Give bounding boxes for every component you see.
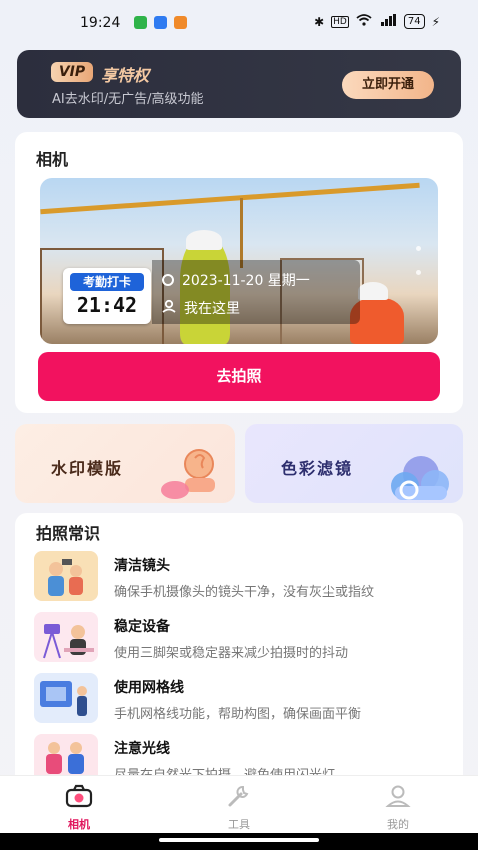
tip-description: 确保手机摄像头的镜头干净，没有灰尘或指纹 bbox=[114, 585, 375, 600]
take-photo-button[interactable]: 去拍照 bbox=[38, 352, 440, 401]
app-notification-icon bbox=[154, 16, 167, 29]
worker-helmet bbox=[186, 230, 222, 250]
hd-icon: HD bbox=[331, 15, 349, 28]
signal-icon bbox=[379, 14, 397, 29]
notification-icons bbox=[134, 16, 187, 29]
tab-label: 工具 bbox=[228, 818, 250, 831]
tab-label: 我的 bbox=[387, 818, 409, 831]
grid-lines-illustration bbox=[34, 673, 98, 723]
app-notification-icon bbox=[174, 16, 187, 29]
clean-lens-illustration bbox=[34, 551, 98, 601]
home-indicator[interactable] bbox=[159, 838, 319, 842]
crane-cable bbox=[240, 198, 243, 268]
bottom-tab-bar: 相机 工具 我的 bbox=[0, 775, 478, 834]
crane-arm bbox=[40, 182, 420, 215]
sample-watermark-photo[interactable]: 考勤打卡 21:42 2023-11-20 星期一 我在这里 bbox=[40, 178, 438, 344]
watermark-time: 21:42 bbox=[76, 293, 138, 317]
system-navigation-bar bbox=[0, 833, 478, 850]
color-filter-card[interactable]: 色彩滤镜 bbox=[245, 424, 463, 503]
location-icon bbox=[162, 299, 176, 317]
tip-title: 清洁镜头 bbox=[114, 558, 170, 574]
camera-section-title: 相机 bbox=[36, 150, 69, 169]
photo-tips-card: 拍照常识 清洁镜头 确保手机摄像头的镜头干净，没有灰尘或指纹 稳定设备 使用三脚… bbox=[15, 513, 463, 775]
tips-section-title: 拍照常识 bbox=[36, 524, 101, 543]
tip-description: 使用三脚架或稳定器来减少拍摄时的抖动 bbox=[114, 646, 349, 661]
watermark-location-row: 我在这里 bbox=[162, 298, 240, 318]
tip-item[interactable]: 注意光线 尽量在自然光下拍摄，避免使用闪光灯 bbox=[15, 734, 463, 775]
tab-camera[interactable]: 相机 bbox=[39, 776, 119, 834]
watermark-label: 考勤打卡 bbox=[70, 273, 144, 291]
vip-activate-button[interactable]: 立即开通 bbox=[342, 71, 434, 99]
wifi-icon bbox=[356, 14, 372, 29]
stable-device-illustration bbox=[34, 612, 98, 662]
app-notification-icon bbox=[134, 16, 147, 29]
tip-description: 手机网格线功能，帮助构图，确保画面平衡 bbox=[114, 707, 362, 722]
vip-subtitle: AI去水印/无广告/高级功能 bbox=[52, 92, 204, 107]
status-bar: 19:24 ✱ HD 74 ⚡ bbox=[0, 0, 478, 46]
user-icon bbox=[384, 784, 412, 808]
tip-item[interactable]: 使用网格线 手机网格线功能，帮助构图，确保画面平衡 bbox=[15, 673, 463, 729]
attendance-watermark: 考勤打卡 21:42 bbox=[63, 268, 151, 324]
charging-icon: ⚡ bbox=[431, 14, 440, 29]
wrench-icon bbox=[225, 784, 253, 808]
watermark-date: 2023-11-20 星期一 bbox=[182, 273, 310, 289]
tip-title: 注意光线 bbox=[114, 741, 170, 757]
status-time: 19:24 bbox=[80, 15, 121, 31]
tab-mine[interactable]: 我的 bbox=[358, 776, 438, 834]
lighting-illustration bbox=[34, 734, 98, 775]
vip-badge: VIP bbox=[51, 62, 93, 82]
tip-title: 使用网格线 bbox=[114, 680, 184, 696]
tip-description: 尽量在自然光下拍摄，避免使用闪光灯 bbox=[114, 764, 335, 775]
watermark-date-row: 2023-11-20 星期一 bbox=[162, 270, 310, 290]
tab-label: 相机 bbox=[68, 818, 90, 831]
battery-indicator: 74 bbox=[403, 14, 425, 29]
clock-icon bbox=[162, 274, 174, 286]
tip-item[interactable]: 清洁镜头 确保手机摄像头的镜头干净，没有灰尘或指纹 bbox=[15, 551, 463, 607]
pager-dot bbox=[416, 246, 421, 251]
watermark-template-card[interactable]: 水印模版 bbox=[15, 424, 235, 503]
feature-label: 水印模版 bbox=[51, 459, 124, 478]
tip-title: 稳定设备 bbox=[114, 619, 170, 635]
watermark-location: 我在这里 bbox=[184, 301, 240, 317]
vip-title: 享特权 bbox=[101, 66, 150, 85]
worker-helmet bbox=[358, 282, 388, 300]
watermark-info: 2023-11-20 星期一 我在这里 bbox=[152, 260, 360, 324]
vip-banner[interactable]: VIP 享特权 AI去水印/无广告/高级功能 立即开通 bbox=[17, 50, 461, 118]
camera-card: 相机 考勤打卡 21:42 2023-11-20 星期一 我在这里 去拍照 bbox=[15, 132, 463, 413]
bluetooth-icon: ✱ bbox=[314, 14, 325, 29]
pager-dot bbox=[416, 270, 421, 275]
tip-item[interactable]: 稳定设备 使用三脚架或稳定器来减少拍摄时的抖动 bbox=[15, 612, 463, 668]
camera-icon bbox=[65, 784, 93, 808]
system-status: ✱ HD 74 ⚡ bbox=[314, 14, 440, 29]
feature-label: 色彩滤镜 bbox=[281, 459, 354, 478]
stamp-icon bbox=[155, 444, 221, 503]
cloud-icon bbox=[387, 452, 453, 503]
tab-tools[interactable]: 工具 bbox=[199, 776, 279, 834]
